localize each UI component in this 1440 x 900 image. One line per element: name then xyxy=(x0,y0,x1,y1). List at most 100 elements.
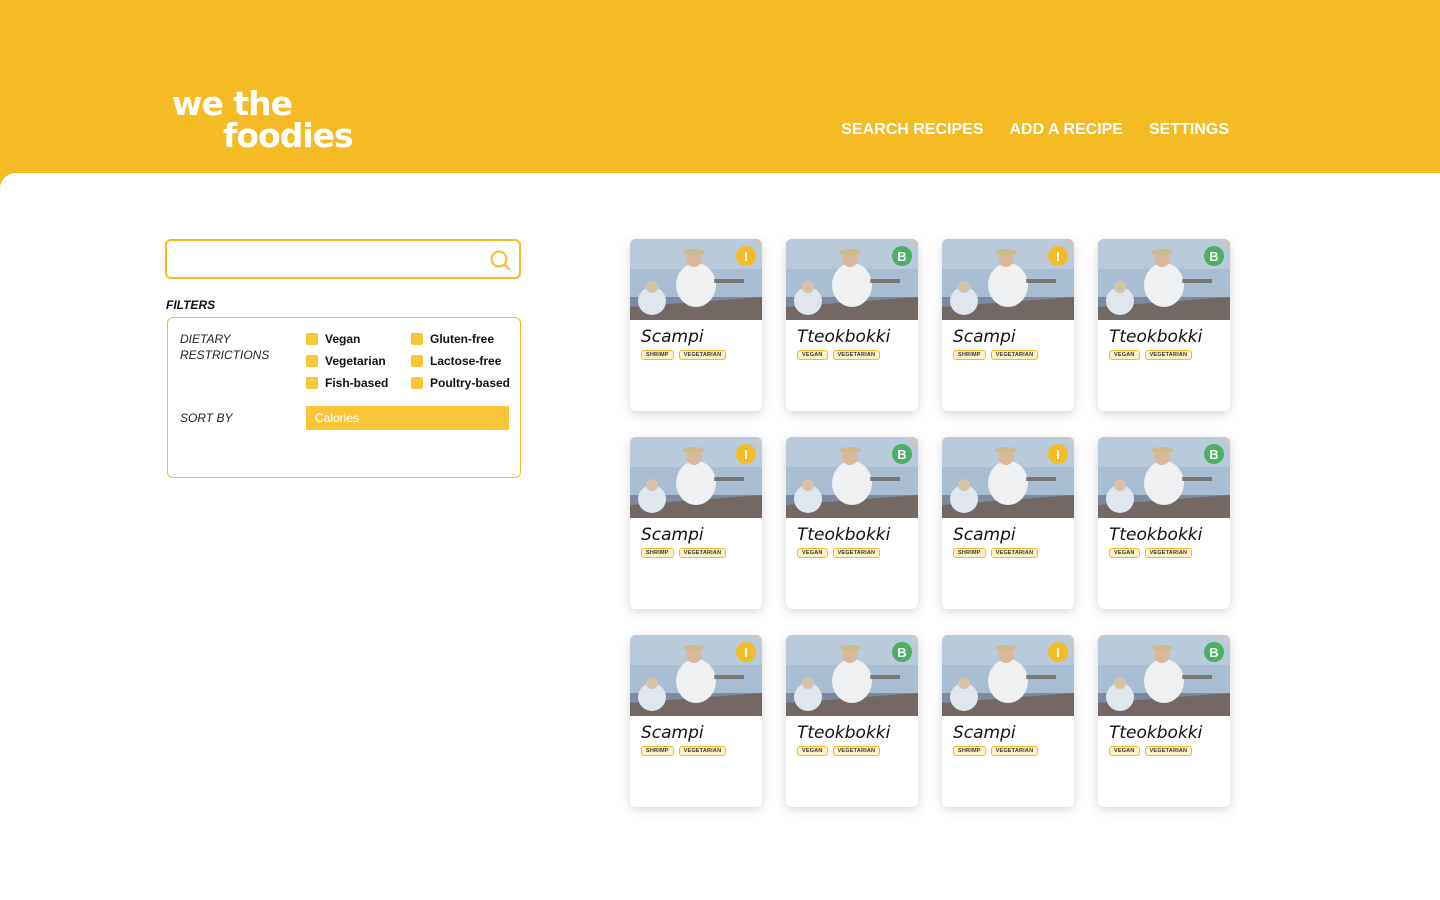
recipe-card[interactable]: I Scampi SHRIMP VEGETARIAN xyxy=(630,635,762,807)
recipe-tags: SHRIMP VEGETARIAN xyxy=(953,548,1039,558)
recipe-tags: SHRIMP VEGETARIAN xyxy=(641,350,727,360)
difficulty-badge: I xyxy=(736,444,756,464)
recipe-card[interactable]: I Scampi SHRIMP VEGETARIAN xyxy=(630,239,762,411)
recipe-tags: VEGAN VEGETARIAN xyxy=(797,350,881,360)
filter-option-label: Poultry-based xyxy=(430,376,511,390)
recipe-tag: VEGAN xyxy=(1109,746,1140,756)
filter-option-poultry-based[interactable]: Poultry-based xyxy=(411,376,510,390)
recipe-tag: VEGAN xyxy=(797,350,828,360)
checkbox[interactable] xyxy=(306,355,318,367)
nav-settings[interactable]: SETTINGS xyxy=(1149,121,1229,139)
recipe-tag: VEGETARIAN xyxy=(678,548,727,558)
recipe-title: Tteokbokki xyxy=(797,525,891,545)
sort-by-label: SORT BY xyxy=(180,411,233,425)
checkbox[interactable] xyxy=(411,333,423,345)
recipe-card[interactable]: B Tteokbokki VEGAN VEGETARIAN xyxy=(1098,635,1230,807)
recipe-tag: SHRIMP xyxy=(641,548,674,558)
filter-option-vegan[interactable]: Vegan xyxy=(306,332,360,346)
recipe-tag: VEGETARIAN xyxy=(990,746,1039,756)
difficulty-badge: B xyxy=(1204,246,1224,266)
recipe-card[interactable]: I Scampi SHRIMP VEGETARIAN xyxy=(630,437,762,609)
recipe-tags: SHRIMP VEGETARIAN xyxy=(953,746,1039,756)
recipe-card[interactable]: B Tteokbokki VEGAN VEGETARIAN xyxy=(1098,437,1230,609)
recipe-card[interactable]: I Scampi SHRIMP VEGETARIAN xyxy=(942,635,1074,807)
recipe-tag: VEGETARIAN xyxy=(832,746,881,756)
recipe-tag: SHRIMP xyxy=(641,350,674,360)
difficulty-badge: I xyxy=(1048,444,1068,464)
checkbox[interactable] xyxy=(306,333,318,345)
recipe-title: Tteokbokki xyxy=(1109,723,1203,743)
recipe-title: Scampi xyxy=(953,327,1016,347)
recipe-tag: VEGAN xyxy=(797,746,828,756)
recipe-tag: VEGAN xyxy=(797,548,828,558)
recipe-title: Scampi xyxy=(641,723,704,743)
nav-search-recipes[interactable]: SEARCH RECIPES xyxy=(841,121,983,139)
recipe-title: Scampi xyxy=(953,525,1016,545)
filter-option-label: Gluten-free xyxy=(430,332,495,346)
recipe-tags: VEGAN VEGETARIAN xyxy=(797,746,881,756)
difficulty-badge: B xyxy=(892,444,912,464)
difficulty-badge: B xyxy=(1204,444,1224,464)
recipe-tag: VEGETARIAN xyxy=(1144,350,1193,360)
header: we the foodies SEARCH RECIPES ADD A RECI… xyxy=(0,0,1440,173)
filter-option-lactose-free[interactable]: Lactose-free xyxy=(411,354,501,368)
difficulty-badge: I xyxy=(1048,246,1068,266)
recipe-title: Scampi xyxy=(953,723,1016,743)
recipe-tag: VEGETARIAN xyxy=(832,548,881,558)
recipe-tags: VEGAN VEGETARIAN xyxy=(1109,548,1193,558)
recipe-title: Tteokbokki xyxy=(1109,327,1203,347)
recipe-title: Scampi xyxy=(641,525,704,545)
difficulty-badge: I xyxy=(1048,642,1068,662)
recipe-tag: VEGETARIAN xyxy=(1144,548,1193,558)
filter-option-label: Lactose-free xyxy=(430,354,502,368)
logo-line-2: foodies xyxy=(223,116,354,155)
recipe-tags: VEGAN VEGETARIAN xyxy=(1109,350,1193,360)
checkbox[interactable] xyxy=(306,377,318,389)
logo[interactable]: we the foodies xyxy=(172,87,354,155)
recipe-card[interactable]: B Tteokbokki VEGAN VEGETARIAN xyxy=(786,437,918,609)
sort-by-select[interactable]: Calories xyxy=(306,406,509,430)
recipe-card[interactable]: I Scampi SHRIMP VEGETARIAN xyxy=(942,239,1074,411)
recipe-tag: SHRIMP xyxy=(953,350,986,360)
recipe-tag: SHRIMP xyxy=(953,746,986,756)
recipe-title: Tteokbokki xyxy=(1109,525,1203,545)
recipe-tag: SHRIMP xyxy=(641,746,674,756)
recipe-card[interactable]: B Tteokbokki VEGAN VEGETARIAN xyxy=(786,635,918,807)
recipe-tag: VEGAN xyxy=(1109,350,1140,360)
recipe-card[interactable]: B Tteokbokki VEGAN VEGETARIAN xyxy=(786,239,918,411)
filter-option-vegetarian[interactable]: Vegetarian xyxy=(306,354,386,368)
difficulty-badge: B xyxy=(892,642,912,662)
dietary-restrictions-label: DIETARY RESTRICTIONS xyxy=(180,332,270,362)
filters-title: FILTERS xyxy=(166,298,216,312)
difficulty-badge: I xyxy=(736,246,756,266)
recipe-card[interactable]: I Scampi SHRIMP VEGETARIAN xyxy=(942,437,1074,609)
search-input[interactable] xyxy=(175,247,475,271)
filter-option-label: Vegan xyxy=(325,332,361,346)
recipe-tag: VEGAN xyxy=(1109,548,1140,558)
checkbox[interactable] xyxy=(411,377,423,389)
nav-add-a-recipe[interactable]: ADD A RECIPE xyxy=(1009,121,1123,139)
filter-option-label: Fish-based xyxy=(325,376,389,390)
recipe-title: Tteokbokki xyxy=(797,723,891,743)
difficulty-badge: B xyxy=(892,246,912,266)
filter-option-gluten-free[interactable]: Gluten-free xyxy=(411,332,494,346)
recipe-tags: SHRIMP VEGETARIAN xyxy=(641,746,727,756)
recipe-tag: VEGETARIAN xyxy=(1144,746,1193,756)
recipe-grid: I Scampi SHRIMP VEGETARIAN B Tteokbokki V… xyxy=(630,239,1230,807)
recipe-tags: VEGAN VEGETARIAN xyxy=(797,548,881,558)
recipe-tags: SHRIMP VEGETARIAN xyxy=(641,548,727,558)
filter-option-fish-based[interactable]: Fish-based xyxy=(306,376,388,390)
checkbox[interactable] xyxy=(411,355,423,367)
main-content: FILTERS DIETARY RESTRICTIONS Vegan Glute… xyxy=(0,173,1440,900)
recipe-tags: SHRIMP VEGETARIAN xyxy=(953,350,1039,360)
recipe-tag: VEGETARIAN xyxy=(990,350,1039,360)
recipe-title: Tteokbokki xyxy=(797,327,891,347)
filter-option-label: Vegetarian xyxy=(325,354,386,368)
recipe-tag: VEGETARIAN xyxy=(678,746,727,756)
main-nav: SEARCH RECIPES ADD A RECIPE SETTINGS xyxy=(841,121,1229,139)
recipe-tags: VEGAN VEGETARIAN xyxy=(1109,746,1193,756)
difficulty-badge: I xyxy=(736,642,756,662)
recipe-tag: VEGETARIAN xyxy=(832,350,881,360)
recipe-card[interactable]: B Tteokbokki VEGAN VEGETARIAN xyxy=(1098,239,1230,411)
search-icon[interactable] xyxy=(489,249,511,271)
